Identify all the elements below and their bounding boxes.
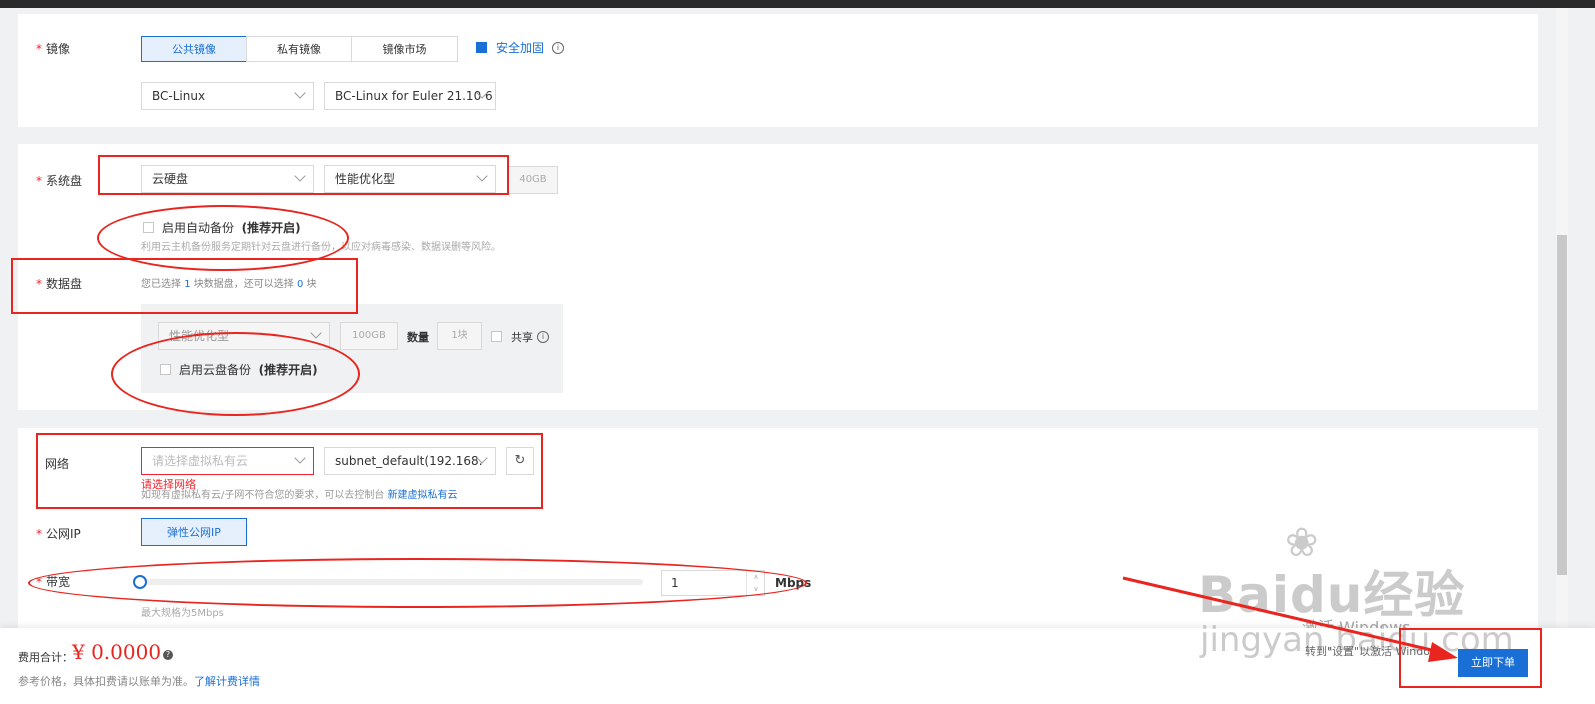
annotation-arrow xyxy=(1122,576,1458,662)
annotation-arrow-line xyxy=(1122,576,1441,654)
annotation-arrow-head xyxy=(1428,642,1458,662)
